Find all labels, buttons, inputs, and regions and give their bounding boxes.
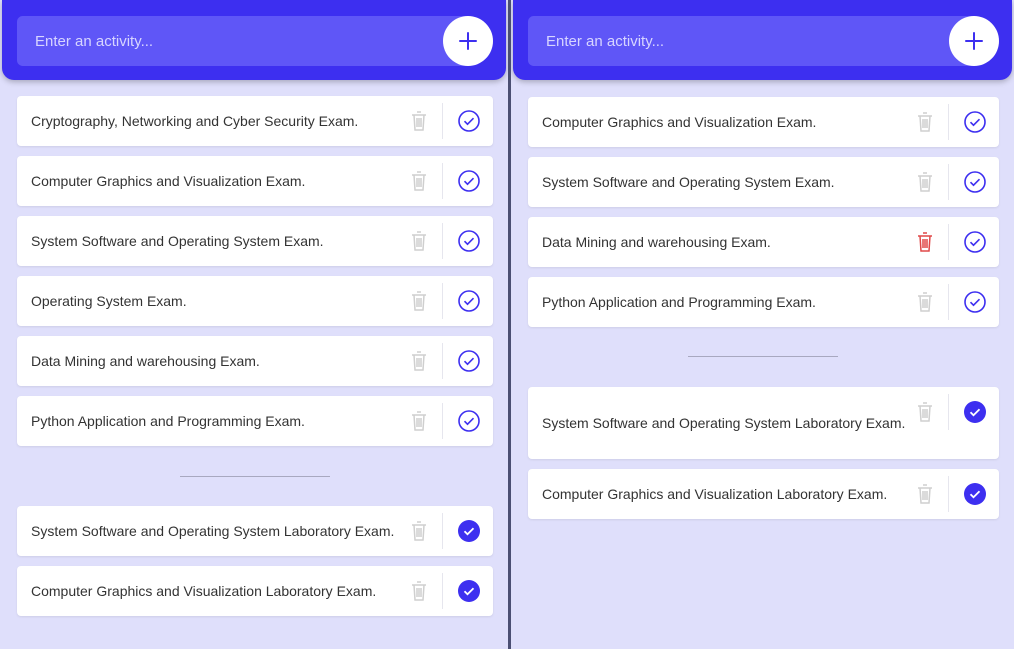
trash-icon[interactable] xyxy=(409,350,429,372)
list-item: System Software and Operating System Lab… xyxy=(528,387,999,459)
list-item: Computer Graphics and Visualization Labo… xyxy=(17,566,493,616)
todo-panel-right: Computer Graphics and Visualization Exam… xyxy=(511,0,1014,649)
list-item: Operating System Exam. xyxy=(17,276,493,326)
separator xyxy=(948,394,949,430)
trash-icon[interactable] xyxy=(915,291,935,313)
list-item: System Software and Operating System Exa… xyxy=(528,157,999,207)
activity-input[interactable] xyxy=(528,16,997,66)
list-item: Data Mining and warehousing Exam. xyxy=(17,336,493,386)
list-item: Computer Graphics and Visualization Exam… xyxy=(17,156,493,206)
check-circle-icon[interactable] xyxy=(458,290,480,312)
todo-list: Computer Graphics and Visualization Exam… xyxy=(528,97,999,337)
list-item: Computer Graphics and Visualization Labo… xyxy=(528,469,999,519)
check-circle-icon[interactable] xyxy=(458,350,480,372)
list-item: Cryptography, Networking and Cyber Secur… xyxy=(17,96,493,146)
trash-icon[interactable] xyxy=(915,111,935,133)
list-item: Computer Graphics and Visualization Exam… xyxy=(528,97,999,147)
separator xyxy=(442,403,443,439)
plus-icon xyxy=(459,32,477,50)
list-item: System Software and Operating System Lab… xyxy=(17,506,493,556)
separator xyxy=(442,513,443,549)
activity-input-wrapper xyxy=(528,16,999,66)
header xyxy=(513,0,1012,80)
trash-icon[interactable] xyxy=(409,170,429,192)
trash-icon[interactable] xyxy=(915,483,935,505)
list-item: Python Application and Programming Exam. xyxy=(17,396,493,446)
separator xyxy=(948,476,949,512)
separator xyxy=(442,103,443,139)
trash-icon[interactable] xyxy=(409,580,429,602)
completed-list: System Software and Operating System Lab… xyxy=(17,506,493,626)
trash-icon[interactable] xyxy=(409,110,429,132)
check-circle-icon[interactable] xyxy=(458,170,480,192)
check-filled-icon[interactable] xyxy=(458,580,480,602)
separator xyxy=(948,284,949,320)
separator xyxy=(948,104,949,140)
activity-input-wrapper xyxy=(17,16,493,66)
check-circle-icon[interactable] xyxy=(964,291,986,313)
add-button[interactable] xyxy=(949,16,999,66)
check-filled-icon[interactable] xyxy=(964,483,986,505)
trash-icon[interactable] xyxy=(915,171,935,193)
completed-divider xyxy=(688,356,838,357)
plus-icon xyxy=(965,32,983,50)
separator xyxy=(442,163,443,199)
trash-icon[interactable] xyxy=(409,410,429,432)
check-filled-icon[interactable] xyxy=(964,401,986,423)
trash-icon[interactable] xyxy=(915,401,935,423)
completed-divider xyxy=(180,476,330,477)
check-circle-icon[interactable] xyxy=(964,111,986,133)
separator xyxy=(442,573,443,609)
check-circle-icon[interactable] xyxy=(458,230,480,252)
separator xyxy=(442,223,443,259)
list-item: Data Mining and warehousing Exam. xyxy=(528,217,999,267)
separator xyxy=(442,283,443,319)
separator xyxy=(948,224,949,260)
check-circle-icon[interactable] xyxy=(964,171,986,193)
todo-panel-left: Cryptography, Networking and Cyber Secur… xyxy=(0,0,508,649)
add-button[interactable] xyxy=(443,16,493,66)
trash-icon[interactable] xyxy=(409,520,429,542)
separator xyxy=(948,164,949,200)
check-circle-icon[interactable] xyxy=(964,231,986,253)
activity-input[interactable] xyxy=(17,16,491,66)
check-circle-icon[interactable] xyxy=(458,410,480,432)
check-filled-icon[interactable] xyxy=(458,520,480,542)
trash-icon[interactable] xyxy=(409,290,429,312)
todo-list: Cryptography, Networking and Cyber Secur… xyxy=(17,96,493,456)
trash-icon[interactable] xyxy=(915,231,935,253)
trash-icon[interactable] xyxy=(409,230,429,252)
separator xyxy=(442,343,443,379)
list-item: System Software and Operating System Exa… xyxy=(17,216,493,266)
header xyxy=(2,0,506,80)
list-item: Python Application and Programming Exam. xyxy=(528,277,999,327)
completed-list: System Software and Operating System Lab… xyxy=(528,387,999,529)
check-circle-icon[interactable] xyxy=(458,110,480,132)
